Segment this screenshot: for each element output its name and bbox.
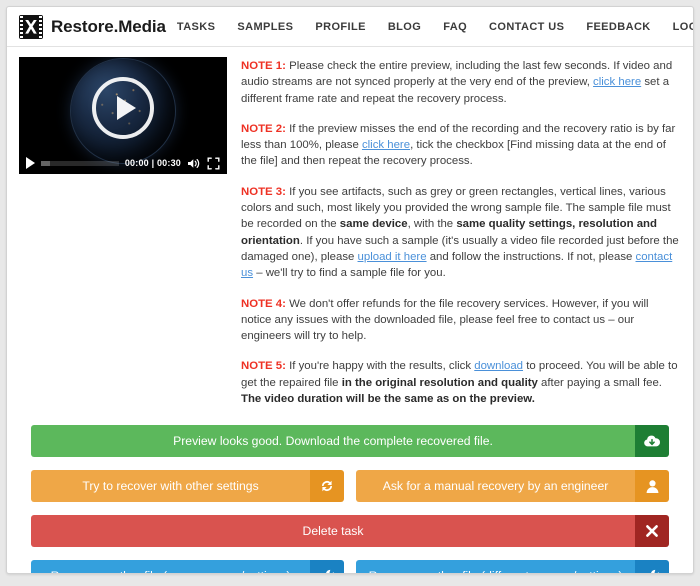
close-x-icon [635,515,669,548]
nav-faq[interactable]: FAQ [432,15,478,39]
cloud-download-icon [635,425,669,458]
note-2-label: NOTE 2: [241,122,286,135]
wrench-icon [310,560,344,573]
manual-recovery-button-label: Ask for a manual recovery by an engineer [356,470,635,503]
note-2: NOTE 2: If the preview misses the end of… [241,121,681,170]
preview-and-notes-row: 00:00 | 00:30 NOTE 1: Please check the e… [19,57,681,407]
note-1: NOTE 1: Please check the entire preview,… [241,58,681,107]
note-3-bold-1: same device [339,218,408,231]
note-5-text-3: after paying a small fee. [537,376,662,389]
recover-another-same-label: Recover another file (same camera/settin… [31,560,310,573]
note-3-text-4: and follow the instructions. If not, ple… [426,250,636,263]
note-1-label: NOTE 1: [241,60,286,72]
notes-list: NOTE 1: Please check the entire preview,… [241,57,681,407]
note-5-bold-1: in the original resolution and quality [341,376,538,389]
play-triangle-icon [116,96,136,121]
recover-another-different-label: Recover another file (different camera/s… [356,560,635,573]
note-4-label: NOTE 4: [241,297,286,310]
button-row-recover-options: Try to recover with other settings Ask f… [31,470,669,503]
note-5-link-download[interactable]: download [474,360,523,372]
fullscreen-icon[interactable] [207,157,220,170]
brand-name: Restore.Media [51,16,166,36]
nav-profile[interactable]: PROFILE [304,15,376,39]
nav-contact-us[interactable]: CONTACT US [478,15,575,39]
delete-task-button[interactable]: Delete task [31,515,669,548]
note-3-text-2: , with the [407,218,457,231]
note-3-text-5: – we'll try to find a sample file for yo… [253,267,446,280]
video-control-bar: 00:00 | 00:30 [19,152,227,174]
recover-another-same-camera-button[interactable]: Recover another file (same camera/settin… [31,560,344,573]
page-card: Restore.Media TASKS SAMPLES PROFILE BLOG… [6,6,694,574]
nav-blog[interactable]: BLOG [377,15,432,39]
note-4-text-1: We don't offer refunds for the file reco… [241,297,649,343]
volume-icon[interactable] [187,157,201,170]
retry-other-settings-button[interactable]: Try to recover with other settings [31,470,344,503]
button-row-recover-another: Recover another file (same camera/settin… [31,560,669,573]
nav-feedback[interactable]: FEEDBACK [575,15,661,39]
nav-tasks[interactable]: TASKS [166,15,226,39]
button-row-delete: Delete task [31,515,669,548]
retry-button-label: Try to recover with other settings [31,470,310,503]
button-row-download: Preview looks good. Download the complet… [31,425,669,458]
note-5-text-1: If you're happy with the results, click [285,360,475,373]
video-time-display: 00:00 | 00:30 [124,158,181,168]
main-nav: TASKS SAMPLES PROFILE BLOG FAQ CONTACT U… [166,15,693,39]
note-3-link-upload-it-here[interactable]: upload it here [358,251,427,263]
note-5-label: NOTE 5: [241,360,286,373]
manual-recovery-button[interactable]: Ask for a manual recovery by an engineer [356,470,669,503]
note-3: NOTE 3: If you see artifacts, such as gr… [241,184,681,282]
note-1-link-click-here[interactable]: click here [593,76,641,88]
note-4: NOTE 4: We don't offer refunds for the f… [241,296,681,345]
refresh-icon [310,470,344,503]
note-2-link-click-here[interactable]: click here [362,139,410,151]
download-recovered-file-button[interactable]: Preview looks good. Download the complet… [31,425,669,458]
video-preview-player[interactable]: 00:00 | 00:30 [19,57,227,174]
video-play-overlay-button[interactable] [92,77,154,140]
note-5: NOTE 5: If you're happy with the results… [241,358,681,407]
video-progress-scrubber[interactable] [41,160,119,166]
download-button-label: Preview looks good. Download the complet… [31,425,635,458]
film-strip-x-icon [19,14,43,39]
wrench-icon [635,560,669,573]
note-3-label: NOTE 3: [241,185,286,198]
note-5-bold-2: The video duration will be the same as o… [241,393,535,406]
main-content: 00:00 | 00:30 NOTE 1: Please check the e… [7,47,693,573]
nav-logout[interactable]: LOGOUT [662,15,693,39]
nav-samples[interactable]: SAMPLES [226,15,304,39]
user-icon [635,470,669,503]
play-icon[interactable] [26,157,35,169]
delete-task-button-label: Delete task [31,515,635,548]
action-buttons: Preview looks good. Download the complet… [19,425,681,573]
recover-another-different-camera-button[interactable]: Recover another file (different camera/s… [356,560,669,573]
site-header: Restore.Media TASKS SAMPLES PROFILE BLOG… [7,7,693,47]
brand-logo[interactable]: Restore.Media [19,14,166,39]
